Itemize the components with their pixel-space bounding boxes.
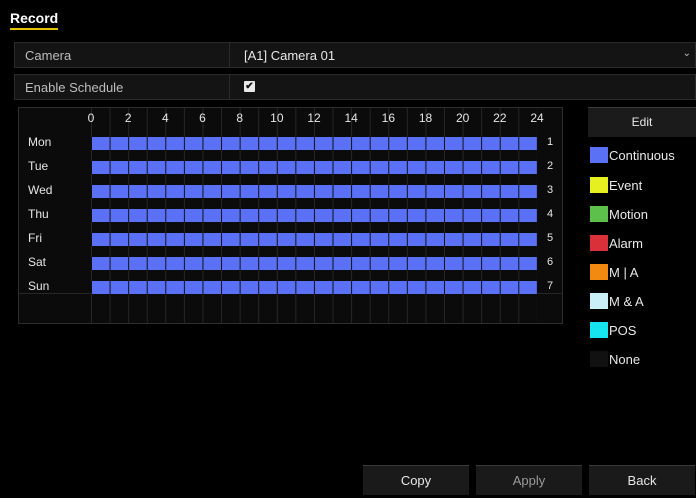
hour-label: 14 [344, 111, 358, 125]
enable-schedule-checkbox[interactable]: ✔ [244, 81, 255, 92]
hour-label: 10 [270, 111, 284, 125]
camera-label: Camera [25, 48, 72, 63]
hour-label: 2 [124, 111, 132, 125]
tab-record[interactable]: Record [10, 10, 59, 30]
hour-label: 12 [307, 111, 321, 125]
day-label: Sun [28, 279, 50, 293]
hour-label: 0 [87, 111, 95, 125]
camera-value: [A1] Camera 01 [244, 48, 336, 63]
day-label: Mon [28, 135, 52, 149]
chevron-down-icon: ⌄ [682, 48, 691, 59]
apply-button[interactable]: Apply [476, 465, 582, 495]
hour-label: 6 [199, 111, 206, 125]
legend-item[interactable]: Event [588, 173, 696, 197]
copy-button[interactable]: Copy [363, 465, 469, 495]
hour-label: 4 [161, 111, 169, 125]
day-label: Tue [28, 159, 49, 173]
day-number: 1 [547, 136, 554, 148]
tab-bar: Record [0, 0, 696, 30]
legend-item[interactable]: None [588, 347, 696, 371]
legend-label: Event [609, 178, 643, 193]
schedule-grid[interactable]: 0 2 4 6 8 10 12 14 16 18 20 22 24 Mon 1 Tue 2 Wed 3 Thu 4 Fri… [18, 107, 563, 324]
day-schedule-bar[interactable] [91, 257, 537, 270]
back-button[interactable]: Back [589, 465, 695, 495]
legend-swatch [590, 351, 608, 367]
legend-item[interactable]: M & A [588, 289, 696, 313]
camera-row: Camera [A1] Camera 01 ⌄ [14, 42, 696, 68]
day-label: Thu [28, 207, 49, 221]
hour-label: 20 [455, 111, 470, 125]
legend-label: M | A [609, 265, 639, 280]
day-number: 7 [547, 280, 554, 292]
enable-schedule-cell: ✔ [229, 75, 695, 99]
camera-select[interactable]: [A1] Camera 01 ⌄ [229, 43, 695, 67]
day-number: 2 [547, 160, 554, 172]
legend-swatch [590, 235, 608, 251]
legend-swatch [590, 177, 608, 193]
legend-swatch [590, 147, 608, 163]
legend-label: POS [609, 323, 637, 338]
day-number: 3 [547, 184, 554, 196]
legend-label: Motion [609, 207, 649, 222]
edit-button[interactable]: Edit [588, 107, 696, 137]
legend-label: Continuous [609, 148, 675, 163]
day-label: Sat [28, 255, 47, 269]
legend-swatch [590, 293, 608, 309]
legend-item[interactable]: POS [588, 318, 696, 342]
day-schedule-bar[interactable] [91, 209, 537, 222]
legend-label: M & A [609, 294, 644, 309]
day-label: Wed [28, 183, 53, 197]
day-schedule-bar[interactable] [91, 137, 537, 150]
day-number: 4 [547, 208, 554, 220]
legend-item[interactable]: Alarm [588, 231, 696, 255]
legend-swatch [590, 206, 608, 222]
enable-schedule-label: Enable Schedule [25, 80, 124, 95]
legend-label: Alarm [609, 236, 643, 251]
legend-item[interactable]: Continuous [588, 143, 696, 167]
legend-swatch [590, 322, 608, 338]
hour-label: 8 [236, 111, 243, 125]
legend-swatch [590, 264, 608, 280]
hour-label: 22 [493, 111, 507, 125]
day-schedule-bar[interactable] [91, 161, 537, 174]
legend-item[interactable]: Motion [588, 202, 696, 226]
hour-label: 18 [418, 111, 433, 125]
hour-label: 24 [530, 111, 544, 125]
day-schedule-bar[interactable] [91, 185, 537, 198]
day-number: 6 [547, 256, 554, 268]
hour-label: 16 [381, 111, 396, 125]
day-number: 5 [547, 232, 554, 244]
legend-item[interactable]: M | A [588, 260, 696, 284]
day-label: Fri [28, 231, 42, 245]
day-schedule-bar[interactable] [91, 281, 537, 294]
day-schedule-bar[interactable] [91, 233, 537, 246]
legend-label: None [609, 352, 641, 367]
enable-schedule-row: Enable Schedule ✔ [14, 74, 696, 100]
